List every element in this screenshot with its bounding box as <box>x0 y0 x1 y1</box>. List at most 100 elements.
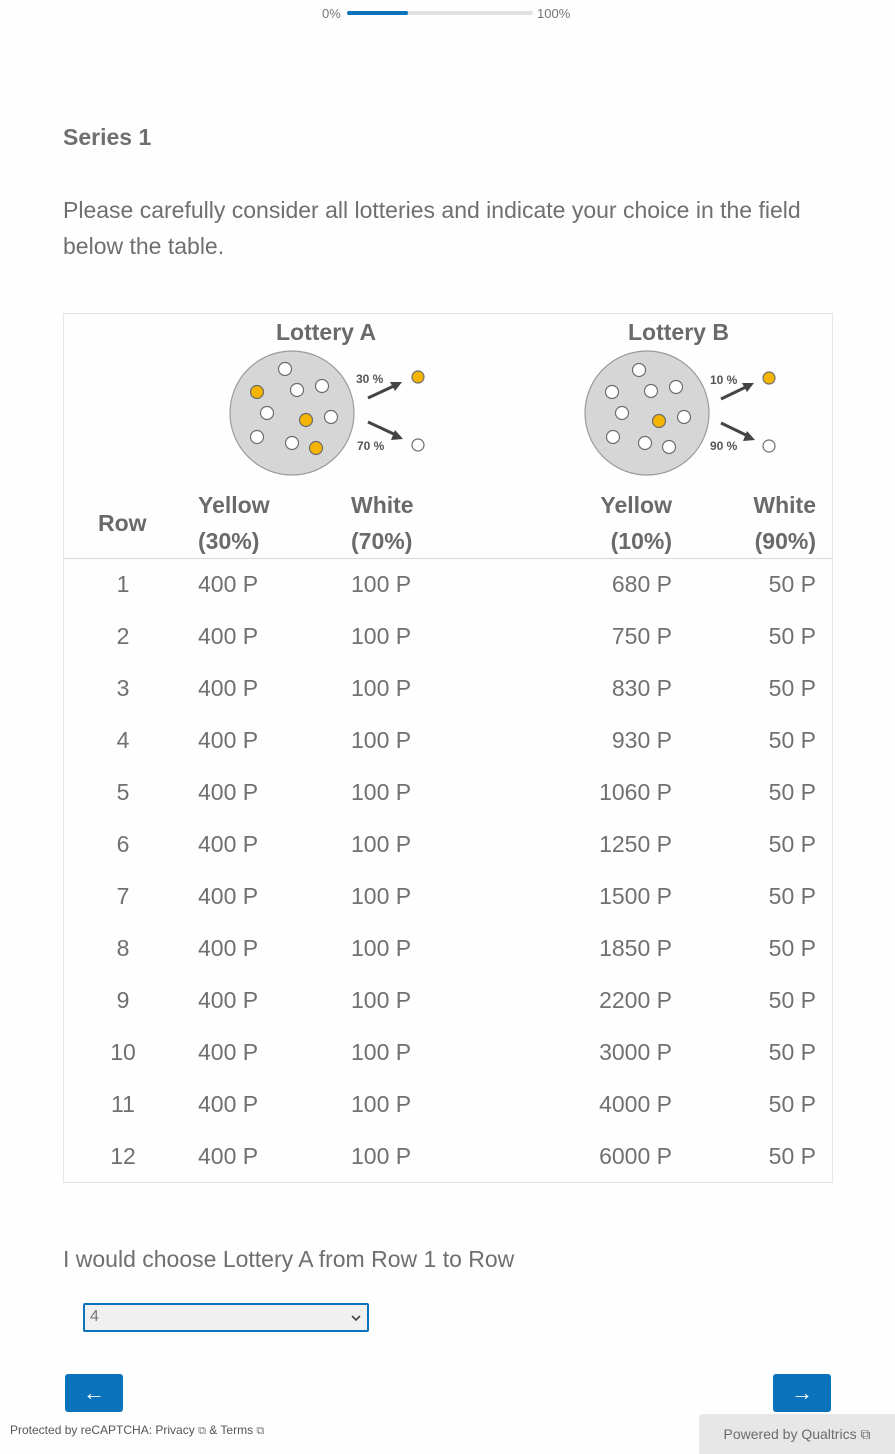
powered-by-label: Powered by Qualtrics <box>723 1426 857 1442</box>
chevron-down-icon <box>351 1315 361 1322</box>
lottery-b-white-cell: 50 P <box>768 623 816 649</box>
lottery-b-white-cell: 50 P <box>768 883 816 909</box>
table-row: 3 400 P 100 P 830 P 50 P <box>64 663 832 715</box>
lottery-a-yellow-cell: 400 P <box>198 935 259 961</box>
lottery-a-white-cell: 100 P <box>351 675 412 701</box>
lottery-a-white-cell: 100 P <box>351 1039 412 1065</box>
lottery-a-yellow-cell: 400 P <box>198 883 259 909</box>
lottery-b-yellow-cell: 750 P <box>611 623 672 649</box>
lottery-b-yellow-cell: 3000 P <box>599 1039 672 1065</box>
row-number-cell: 3 <box>116 675 130 701</box>
header-b-yellow-label: Yellow <box>600 492 672 518</box>
table-row: 8 400 P 100 P 1850 P 50 P <box>64 923 832 975</box>
lottery-a-yellow-cell: 400 P <box>198 571 259 597</box>
table-row: 7 400 P 100 P 1500 P 50 P <box>64 871 832 923</box>
recaptcha-prefix: Protected by reCAPTCHA: <box>10 1423 156 1437</box>
lottery-a-yellow-cell: 400 P <box>198 727 259 753</box>
lottery-b-white-cell: 50 P <box>768 1091 816 1117</box>
row-select-value: 4 <box>90 1308 99 1325</box>
lottery-a-title: Lottery A <box>276 319 377 345</box>
progress-fill <box>347 11 409 15</box>
lottery-b-yellow-cell: 1060 P <box>599 779 672 805</box>
row-number-cell: 12 <box>110 1143 136 1169</box>
header-a-yellow-pct: (30%) <box>198 528 260 554</box>
lottery-b-bottom-pct: 90 % <box>710 439 738 453</box>
privacy-link[interactable]: Privacy <box>155 1423 194 1437</box>
lottery-table: Lottery A Lottery B 30 % 70 % 10 % 90 % … <box>63 313 833 1183</box>
recaptcha-notice: Protected by reCAPTCHA: Privacy ⧉ & Term… <box>10 1423 264 1438</box>
row-number-cell: 10 <box>110 1039 136 1065</box>
lottery-a-yellow-cell: 400 P <box>198 623 259 649</box>
lottery-a-white-cell: 100 P <box>351 779 412 805</box>
lottery-a-white-cell: 100 P <box>351 987 412 1013</box>
back-button[interactable]: ← <box>65 1374 123 1412</box>
lottery-b-white-cell: 50 P <box>768 675 816 701</box>
lottery-a-top-pct: 30 % <box>356 372 384 386</box>
lottery-a-yellow-cell: 400 P <box>198 675 259 701</box>
table-row: 12 400 P 100 P 6000 P 50 P <box>64 1131 832 1183</box>
lottery-b-white-cell: 50 P <box>768 779 816 805</box>
lottery-a-white-cell: 100 P <box>351 571 412 597</box>
lottery-b-white-cell: 50 P <box>768 831 816 857</box>
lottery-a-white-cell: 100 P <box>351 623 412 649</box>
row-number-cell: 1 <box>116 571 130 597</box>
header-b-white-pct: (90%) <box>754 528 816 554</box>
progress-end-label: 100% <box>537 6 571 21</box>
recaptcha-amp: & <box>205 1423 221 1437</box>
external-link-icon: ⧉ <box>860 1426 871 1442</box>
lottery-a-white-cell: 100 P <box>351 935 412 961</box>
header-a-yellow-label: Yellow <box>198 492 270 518</box>
lottery-b-white-cell: 50 P <box>768 727 816 753</box>
lottery-b-white-cell: 50 P <box>768 1039 816 1065</box>
progress-start-label: 0% <box>322 6 341 21</box>
header-a-white: White (70%) <box>351 487 414 559</box>
row-number-cell: 6 <box>116 831 130 857</box>
external-link-icon: ⧉ <box>256 1425 265 1437</box>
table-row: 5 400 P 100 P 1060 P 50 P <box>64 767 832 819</box>
row-select-dropdown[interactable]: 4 <box>83 1303 369 1332</box>
lottery-a-white-cell: 100 P <box>351 727 412 753</box>
header-a-white-pct: (70%) <box>351 528 413 554</box>
lottery-a-bottom-pct: 70 % <box>357 439 385 453</box>
lottery-a-white-cell: 100 P <box>351 1143 412 1169</box>
row-number-cell: 9 <box>116 987 130 1013</box>
lottery-a-yellow-cell: 400 P <box>198 779 259 805</box>
next-button[interactable]: → <box>773 1374 831 1412</box>
row-number-cell: 8 <box>116 935 130 961</box>
lottery-a-yellow-cell: 400 P <box>198 1039 259 1065</box>
lottery-b-white-cell: 50 P <box>768 1143 816 1169</box>
row-number-cell: 11 <box>111 1091 135 1117</box>
series-title: Series 1 <box>63 124 152 150</box>
lottery-a-white-cell: 100 P <box>351 883 412 909</box>
lottery-a-yellow-cell: 400 P <box>198 831 259 857</box>
progress-bar: 0% 100% <box>0 5 895 21</box>
lottery-b-yellow-cell: 2200 P <box>599 987 672 1013</box>
choice-label: I would choose Lottery A from Row 1 to R… <box>63 1246 515 1272</box>
lottery-b-yellow-cell: 4000 P <box>599 1091 672 1117</box>
lottery-b-yellow-cell: 1500 P <box>599 883 672 909</box>
lottery-b-title: Lottery B <box>628 319 729 345</box>
row-number-cell: 2 <box>116 623 130 649</box>
lottery-a-yellow-cell: 400 P <box>198 1143 259 1169</box>
header-a-yellow: Yellow (30%) <box>198 487 270 559</box>
header-b-white: White (90%) <box>716 487 816 559</box>
row-number-cell: 4 <box>116 727 130 753</box>
external-link-icon: ⧉ <box>198 1425 206 1437</box>
table-row: 11 400 P 100 P 4000 P 50 P <box>64 1079 832 1131</box>
powered-by-qualtrics-link[interactable]: Powered by Qualtrics ⧉ <box>699 1414 895 1454</box>
lottery-a-yellow-cell: 400 P <box>198 1091 259 1117</box>
header-a-white-label: White <box>351 492 414 518</box>
lottery-b-yellow-cell: 930 P <box>611 727 672 753</box>
lottery-a-white-cell: 100 P <box>351 831 412 857</box>
terms-link[interactable]: Terms <box>220 1423 253 1437</box>
lottery-b-yellow-cell: 680 P <box>611 571 672 597</box>
lottery-a-white-cell: 100 P <box>351 1091 412 1117</box>
header-b-white-label: White <box>753 492 816 518</box>
lottery-b-urn-image: 10 % 90 % <box>584 350 776 476</box>
table-row: 10 400 P 100 P 3000 P 50 P <box>64 1027 832 1079</box>
table-row: 4 400 P 100 P 930 P 50 P <box>64 715 832 767</box>
header-b-yellow: Yellow (10%) <box>544 487 672 559</box>
lottery-b-white-cell: 50 P <box>768 987 816 1013</box>
table-row: 1 400 P 100 P 680 P 50 P <box>64 559 832 611</box>
row-number-cell: 5 <box>116 779 130 805</box>
